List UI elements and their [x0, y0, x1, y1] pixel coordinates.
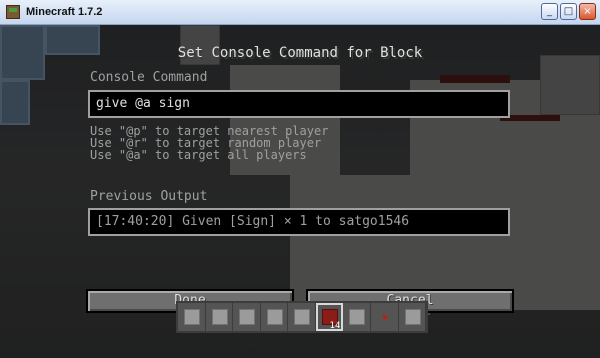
- game-window: Minecraft 1.7.2 _ □ × Set Console Comman…: [0, 0, 600, 358]
- hotbar-slot[interactable]: [178, 303, 206, 331]
- hotbar-slot[interactable]: [343, 303, 371, 331]
- hotbar-slot[interactable]: [261, 303, 289, 331]
- minimize-button[interactable]: _: [541, 3, 558, 20]
- maximize-button[interactable]: □: [560, 3, 577, 20]
- stone-item-icon: [184, 309, 200, 325]
- console-command-input[interactable]: give @a sign: [88, 90, 510, 118]
- hotbar-slot-selected[interactable]: 14: [315, 303, 344, 331]
- item-count: 14: [329, 321, 341, 331]
- window-title: Minecraft 1.7.2: [26, 6, 103, 18]
- console-command-label: Console Command: [90, 70, 208, 85]
- hotbar: 14: [176, 301, 428, 333]
- close-button[interactable]: ×: [579, 3, 596, 20]
- redstone-dust-icon: [377, 309, 393, 325]
- stone-item-icon: [266, 309, 283, 325]
- command-block-icon: [404, 309, 421, 325]
- hotbar-slot[interactable]: [399, 303, 427, 331]
- minecraft-icon: [6, 5, 20, 19]
- hotbar-slot[interactable]: [371, 303, 399, 331]
- stone-item-icon: [294, 309, 311, 325]
- dialog-title: Set Console Command for Block: [177, 45, 423, 61]
- stone-item-icon: [239, 309, 256, 325]
- previous-output-label: Previous Output: [90, 189, 208, 204]
- previous-output-field: [17:40:20] Given [Sign] × 1 to satgo1546: [88, 208, 510, 236]
- stone-item-icon: [211, 309, 228, 325]
- hotbar-slot[interactable]: [233, 303, 261, 331]
- hotbar-slot[interactable]: [206, 303, 234, 331]
- hotbar-slot[interactable]: [288, 303, 316, 331]
- repeater-item-icon: [349, 309, 366, 325]
- title-bar[interactable]: Minecraft 1.7.2 _ □ ×: [0, 0, 600, 25]
- hint-all: Use "@a" to target all players: [90, 148, 307, 162]
- window-controls: _ □ ×: [541, 3, 596, 20]
